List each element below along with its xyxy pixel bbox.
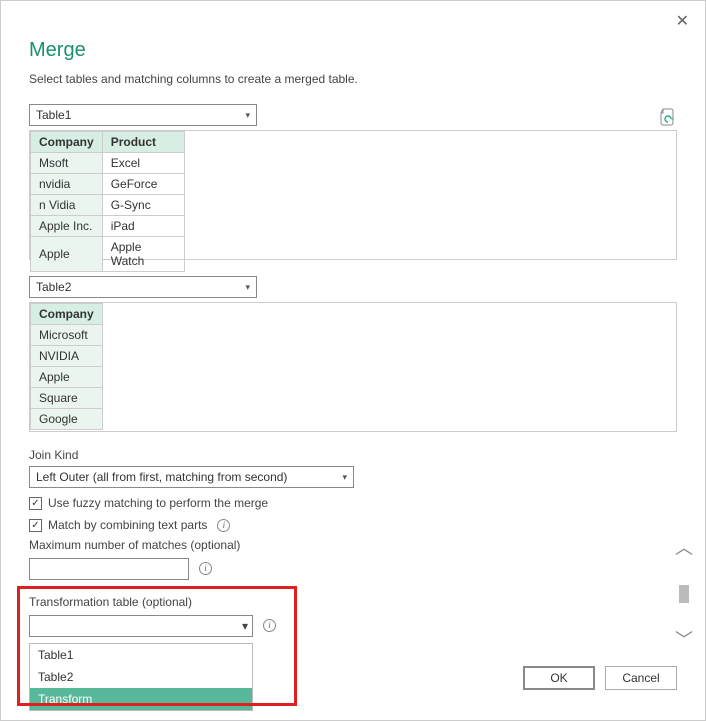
scroll-up-icon[interactable]: ︿ (675, 539, 693, 557)
transform-option[interactable]: Table2 (30, 666, 252, 688)
table1-select[interactable]: Table1 ▾ (29, 104, 257, 126)
join-kind-select[interactable]: Left Outer (all from first, matching fro… (29, 466, 354, 488)
combine-label: Match by combining text parts (48, 518, 207, 532)
join-kind-label: Join Kind (29, 448, 677, 462)
table-row[interactable]: Apple (31, 367, 103, 388)
table1-header-product[interactable]: Product (102, 132, 184, 153)
table2-header-company[interactable]: Company (31, 304, 103, 325)
table-row[interactable]: n VidiaG-Sync (31, 195, 185, 216)
chevron-down-icon: ▾ (245, 110, 250, 121)
dialog-title: Merge (29, 39, 677, 62)
max-matches-label: Maximum number of matches (optional) (29, 538, 677, 552)
chevron-down-icon: ▾ (342, 472, 347, 483)
table-row[interactable]: Google (31, 409, 103, 430)
table2-select-value: Table2 (36, 280, 71, 294)
table1-header-company[interactable]: Company (31, 132, 103, 153)
transform-select[interactable]: ▾ (29, 615, 253, 637)
ok-button[interactable]: OK (523, 666, 595, 690)
close-icon[interactable]: ✕ (676, 11, 689, 31)
transform-option[interactable]: Table1 (30, 644, 252, 666)
table-row[interactable]: AppleApple Watch (31, 237, 185, 272)
table-row[interactable]: Apple Inc.iPad (31, 216, 185, 237)
info-icon[interactable]: i (217, 519, 230, 532)
fuzzy-checkbox[interactable]: ✓ (29, 497, 42, 510)
transform-label: Transformation table (optional) (29, 595, 276, 609)
refresh-icon[interactable] (659, 108, 677, 126)
table-row[interactable]: NVIDIA (31, 346, 103, 367)
chevron-down-icon: ▾ (242, 619, 248, 633)
table2-select[interactable]: Table2 ▾ (29, 276, 257, 298)
cancel-button[interactable]: Cancel (605, 666, 677, 690)
table1-select-value: Table1 (36, 108, 71, 122)
scroll-down-icon[interactable]: ﹀ (675, 631, 693, 649)
chevron-down-icon: ▾ (245, 282, 250, 293)
transform-dropdown: Table1 Table2 Transform (29, 643, 253, 711)
table1-preview: Company Product MsoftExcel nvidiaGeForce… (29, 130, 677, 260)
table-row[interactable]: Microsoft (31, 325, 103, 346)
transform-option[interactable]: Transform (30, 688, 252, 710)
table-row[interactable]: Square (31, 388, 103, 409)
join-kind-value: Left Outer (all from first, matching fro… (36, 470, 287, 484)
info-icon[interactable]: i (199, 562, 212, 575)
fuzzy-label: Use fuzzy matching to perform the merge (48, 496, 268, 510)
table-row[interactable]: nvidiaGeForce (31, 174, 185, 195)
max-matches-input[interactable] (29, 558, 189, 580)
table2-preview: Company Microsoft NVIDIA Apple Square Go… (29, 302, 677, 432)
dialog-subtitle: Select tables and matching columns to cr… (29, 72, 677, 86)
combine-checkbox[interactable]: ✓ (29, 519, 42, 532)
scroll-thumb[interactable] (679, 585, 689, 603)
merge-dialog: ✕ Merge Select tables and matching colum… (1, 1, 705, 720)
info-icon[interactable]: i (263, 619, 276, 632)
table-row[interactable]: MsoftExcel (31, 153, 185, 174)
